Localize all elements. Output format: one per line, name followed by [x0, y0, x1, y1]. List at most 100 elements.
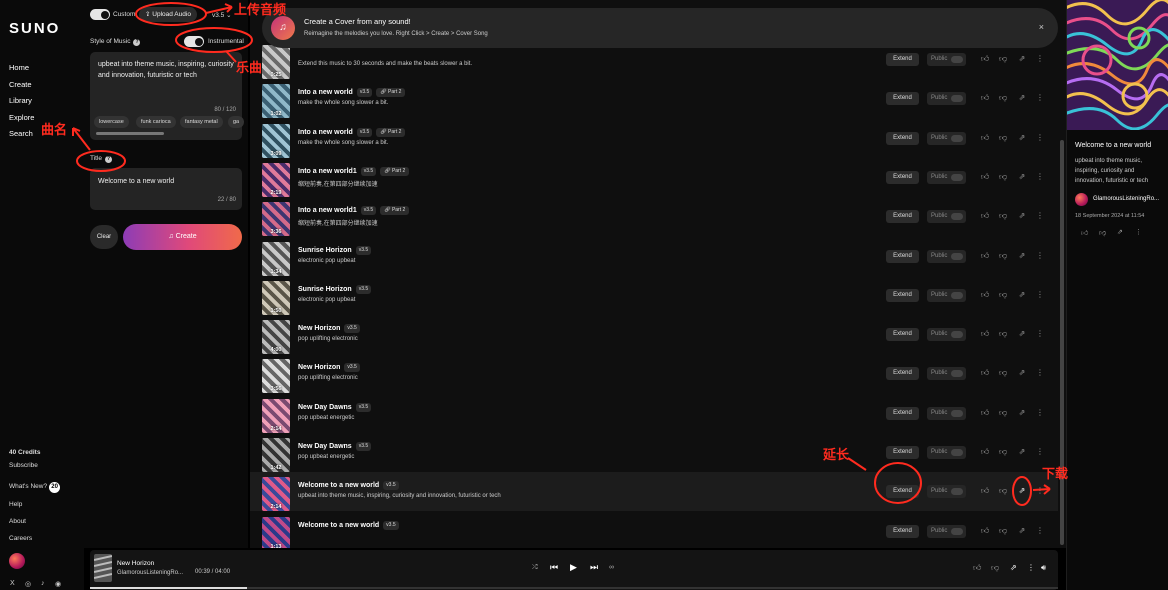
nav-home[interactable]: Home — [9, 63, 29, 72]
share-icon[interactable]: ⇗ — [1017, 209, 1027, 223]
share-icon[interactable]: ⇗ — [1017, 406, 1027, 420]
style-tag-lowercase[interactable]: lowercase — [94, 116, 129, 128]
song-row[interactable]: 3:36 Into a new world1 v3.5 🔗︎ Part 2 缩短前奏,在… — [250, 197, 1058, 237]
thumbs-up-icon[interactable]: 👍︎ — [980, 406, 990, 420]
share-icon[interactable]: ⇗ — [1017, 366, 1027, 380]
whats-new-link[interactable]: What's New? 20 — [9, 482, 61, 493]
thumbs-up-icon[interactable]: 👍︎ — [1081, 228, 1088, 237]
song-cover-art[interactable] — [1067, 0, 1168, 130]
extend-button[interactable]: Extend — [886, 446, 919, 459]
about-link[interactable]: About — [9, 518, 26, 525]
song-thumbnail[interactable]: 0:25 — [262, 45, 290, 79]
thumbs-down-icon[interactable]: 👎︎ — [998, 52, 1008, 66]
more-options-icon[interactable]: ⋮ — [1035, 445, 1045, 459]
song-title-line[interactable]: Welcome to a new world v3.5 — [298, 481, 399, 491]
thumbs-up-icon[interactable]: 👍︎ — [980, 91, 990, 105]
song-thumbnail[interactable]: 2:14 — [262, 398, 290, 433]
public-toggle[interactable]: Public — [927, 288, 966, 302]
more-options-icon[interactable]: ⋮ — [1035, 366, 1045, 380]
extend-button[interactable]: Extend — [886, 131, 919, 145]
close-icon[interactable]: × — [1039, 22, 1044, 32]
previous-icon[interactable]: ⏮ — [550, 562, 558, 573]
thumbs-up-icon[interactable]: 👍︎ — [980, 131, 990, 145]
song-row[interactable]: 3:56 New Horizon v3.5 pop uplifting electro… — [250, 354, 1058, 394]
song-row[interactable]: 1:02 Into a new world v3.5 🔗︎ Part 2 make th… — [250, 79, 1058, 119]
public-toggle[interactable]: Public — [927, 367, 966, 381]
instrumental-toggle[interactable] — [184, 36, 204, 47]
thumbs-up-icon[interactable]: 👍︎ — [980, 288, 990, 302]
extend-button[interactable]: Extend — [886, 288, 919, 302]
more-options-icon[interactable]: ⋮ — [1035, 52, 1045, 66]
extend-button[interactable]: Extend — [886, 328, 919, 342]
song-thumbnail[interactable]: 4:00 — [262, 320, 290, 355]
more-options-icon[interactable]: ⋮ — [1035, 209, 1045, 223]
more-options-icon[interactable]: ⋮ — [1035, 484, 1045, 498]
x-icon[interactable]: X — [10, 580, 15, 587]
part-badge[interactable]: 🔗︎ Part 2 — [376, 127, 406, 137]
volume-icon[interactable]: 🔊︎ — [1041, 563, 1046, 573]
more-options-icon[interactable]: ⋮ — [1035, 131, 1045, 145]
public-toggle[interactable]: Public — [927, 328, 966, 342]
more-options-icon[interactable]: ⋮ — [1035, 170, 1045, 184]
creator-name[interactable]: GlamorousListeningRo... — [1093, 196, 1159, 202]
more-options-icon[interactable]: ⋮ — [1035, 288, 1045, 302]
public-toggle[interactable]: Public — [927, 170, 966, 184]
nav-create[interactable]: Create — [9, 80, 32, 89]
share-icon[interactable]: ⇗ — [1017, 249, 1027, 263]
song-title-line[interactable]: Into a new world1 v3.5 🔗︎ Part 2 — [298, 166, 410, 176]
song-title-line[interactable]: Sunrise Horizon v3.5 — [298, 245, 372, 255]
thumbs-up-icon[interactable]: 👍︎ — [980, 484, 990, 498]
song-thumbnail[interactable]: 1:42 — [262, 438, 290, 472]
creator-avatar[interactable] — [1075, 193, 1088, 206]
thumbs-down-icon[interactable]: 👎︎ — [998, 366, 1008, 380]
public-toggle[interactable]: Public — [927, 210, 966, 224]
title-input[interactable]: Welcome to a new world 22 / 80 — [90, 168, 242, 210]
cover-promo-banner[interactable]: ♫ Create a Cover from any sound! Reimagi… — [262, 8, 1058, 48]
more-options-icon[interactable]: ⋮ — [1135, 228, 1142, 236]
more-options-icon[interactable]: ⋮ — [1035, 91, 1045, 105]
song-row[interactable]: 2:19 Into a new world1 v3.5 🔗︎ Part 2 缩短前奏,在… — [250, 158, 1058, 197]
public-toggle[interactable]: Public — [927, 249, 966, 263]
thumbs-up-icon[interactable]: 👍︎ — [980, 209, 990, 223]
song-title-line[interactable]: Welcome to a new world v3.5 — [298, 520, 399, 530]
user-avatar[interactable] — [9, 553, 25, 569]
nav-library[interactable]: Library — [9, 96, 32, 105]
public-toggle[interactable]: Public — [927, 131, 966, 145]
share-icon[interactable]: ⇗ — [1017, 327, 1027, 341]
discord-icon[interactable]: ◉ — [55, 580, 61, 588]
share-icon[interactable]: ⇗ — [1017, 288, 1027, 302]
progress-track[interactable] — [90, 587, 1058, 589]
song-title-line[interactable]: New Day Dawns v3.5 — [298, 442, 372, 451]
song-row[interactable]: 2:14 New Day Dawns v3.5 pop upbeat energeti… — [250, 394, 1058, 433]
tags-scrollbar[interactable] — [96, 132, 164, 135]
thumbs-up-icon[interactable]: 👍︎ — [980, 170, 990, 184]
more-options-icon[interactable]: ⋮ — [1035, 327, 1045, 341]
song-row[interactable]: 4:00 New Horizon v3.5 pop uplifting electro… — [250, 315, 1058, 355]
now-playing-cover[interactable] — [94, 554, 112, 582]
public-toggle[interactable]: Public — [927, 446, 966, 459]
part-badge[interactable]: 🔗︎ Part 2 — [376, 88, 406, 98]
thumbs-up-icon[interactable]: 👍︎ — [980, 366, 990, 380]
tiktok-icon[interactable]: ♪ — [41, 580, 45, 587]
thumbs-up-icon[interactable]: 👍︎ — [980, 445, 990, 459]
thumbs-up-icon[interactable]: 👍︎ — [973, 563, 981, 573]
song-row[interactable]: 1:34 Sunrise Horizon v3.5 electronic pop up… — [250, 237, 1058, 276]
song-thumbnail[interactable]: 1:02 — [262, 84, 290, 119]
song-title-line[interactable]: New Day Dawns v3.5 — [298, 402, 372, 412]
share-icon[interactable]: ⇗ — [1017, 131, 1027, 145]
suno-logo[interactable]: SUNO — [9, 20, 60, 37]
help-link[interactable]: Help — [9, 501, 22, 508]
scroll-thumb[interactable] — [1060, 140, 1064, 545]
thumbs-down-icon[interactable]: 👎︎ — [998, 209, 1008, 223]
next-icon[interactable]: ⏭ — [590, 562, 598, 573]
share-icon[interactable]: ⇗ — [1010, 563, 1017, 572]
song-row[interactable]: 1:50 Sunrise Horizon v3.5 electronic pop up… — [250, 276, 1058, 315]
extend-button[interactable]: Extend — [886, 210, 919, 224]
thumbs-up-icon[interactable]: 👍︎ — [980, 327, 990, 341]
public-toggle[interactable]: Public — [927, 53, 966, 66]
style-of-music-input[interactable]: upbeat into theme music, inspiring, curi… — [90, 52, 245, 140]
extend-button[interactable]: Extend — [886, 92, 919, 106]
shuffle-icon[interactable]: ⤮ — [532, 564, 538, 572]
extend-button[interactable]: Extend — [886, 406, 919, 420]
thumbs-down-icon[interactable]: 👎︎ — [998, 406, 1008, 420]
